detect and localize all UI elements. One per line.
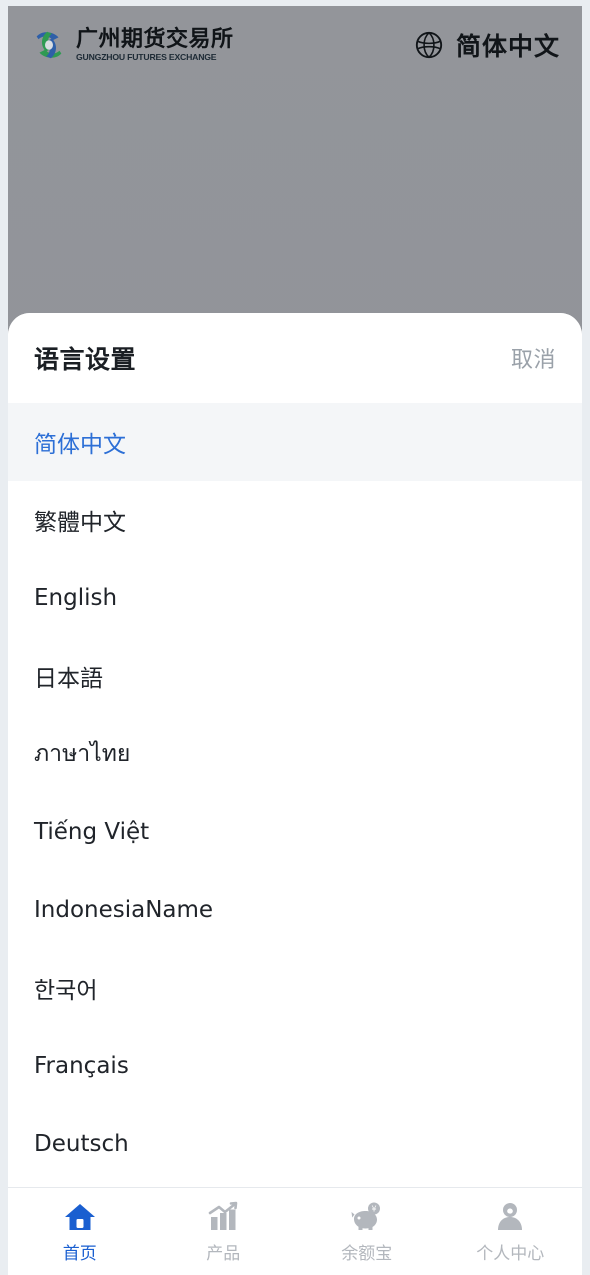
tab-label: 产品 xyxy=(206,1243,241,1264)
language-option[interactable]: 日本語 xyxy=(8,637,582,715)
tab-1[interactable]: 首页 xyxy=(8,1188,152,1275)
svg-text:¥: ¥ xyxy=(371,1204,376,1213)
tab-4[interactable]: 个人中心 xyxy=(439,1188,583,1275)
sheet-header: 语言设置 取消 xyxy=(8,313,582,403)
bottom-tab-bar: 首页 产品 ¥ 余额宝 个人中心 xyxy=(8,1187,582,1275)
language-switch-button[interactable]: 简体中文 xyxy=(414,27,560,63)
tab-3[interactable]: ¥ 余额宝 xyxy=(295,1188,439,1275)
sheet-title: 语言设置 xyxy=(34,345,137,374)
language-option[interactable]: English xyxy=(8,559,582,637)
language-option[interactable]: 繁體中文 xyxy=(8,481,582,559)
language-option[interactable]: ภาษาไทย xyxy=(8,715,582,793)
top-bar: 广州期货交易所 GUNGZHOU FUTURES EXCHANGE 简体中文 xyxy=(8,6,582,84)
bar-chart-trend-icon xyxy=(206,1200,240,1234)
person-icon xyxy=(493,1200,527,1234)
brand-logo: 广州期货交易所 GUNGZHOU FUTURES EXCHANGE xyxy=(30,26,234,64)
language-switch-label: 简体中文 xyxy=(455,32,560,61)
language-list[interactable]: 简体中文 繁體中文 English 日本語 ภาษาไทย Tiếng Việt Indon… xyxy=(8,403,582,1275)
app-root: 广州期货交易所 GUNGZHOU FUTURES EXCHANGE 简体中文 语… xyxy=(0,0,590,1275)
home-icon xyxy=(63,1200,97,1234)
tab-label: 个人中心 xyxy=(476,1243,545,1264)
brand-text: 广州期货交易所 GUNGZHOU FUTURES EXCHANGE xyxy=(76,26,234,62)
language-settings-sheet: 语言设置 取消 简体中文 繁體中文 English 日本語 ภาษาไทย Tiếng V… xyxy=(8,313,582,1275)
language-option[interactable]: IndonesiaName xyxy=(8,871,582,949)
exchange-swirl-logo-icon xyxy=(30,26,68,64)
tab-label: 余额宝 xyxy=(341,1243,393,1264)
brand-name-en: GUNGZHOU FUTURES EXCHANGE xyxy=(76,51,217,62)
language-option[interactable]: 简体中文 xyxy=(8,403,582,481)
cancel-button[interactable]: 取消 xyxy=(511,342,556,374)
piggy-bank-icon: ¥ xyxy=(350,1200,384,1234)
language-option[interactable]: Deutsch xyxy=(8,1105,582,1183)
language-option[interactable]: Tiếng Việt xyxy=(8,793,582,871)
tab-2[interactable]: 产品 xyxy=(152,1188,296,1275)
tab-label: 首页 xyxy=(62,1243,97,1264)
language-option[interactable]: Français xyxy=(8,1027,582,1105)
globe-icon xyxy=(414,30,444,60)
language-option[interactable]: 한국어 xyxy=(8,949,582,1027)
brand-name-cn: 广州期货交易所 xyxy=(76,26,234,52)
